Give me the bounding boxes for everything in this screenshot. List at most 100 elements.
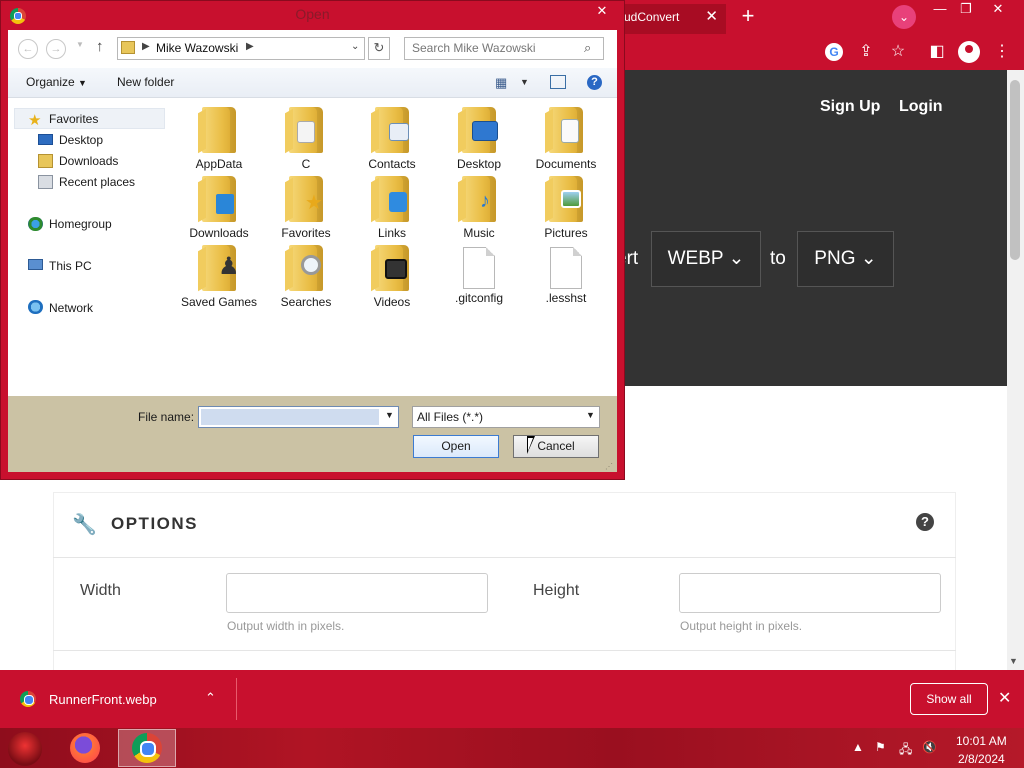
file-label: Pictures [544,226,588,240]
folder-desktop[interactable]: Desktop [439,107,519,172]
new-tab-button[interactable]: + [735,4,761,30]
from-format-select[interactable]: WEBP ⌄ [651,231,761,287]
folder-favorites[interactable]: ★ Favorites [266,176,346,241]
new-folder-button[interactable]: New folder [117,75,174,89]
change-view-icon[interactable]: ▦ [495,75,507,91]
width-input[interactable] [226,573,488,613]
signup-link[interactable]: Sign Up [820,98,880,116]
bookmark-star-icon[interactable]: ☆ [888,42,908,62]
to-format-select[interactable]: PNG ⌄ [797,231,894,287]
document-icon [550,247,582,289]
breadcrumb-chevron-icon[interactable]: ▶ [142,41,150,52]
folder-music[interactable]: ♪ Music [439,176,519,241]
refresh-icon[interactable]: ↻ [368,37,390,60]
height-label: Height [533,582,580,599]
download-item[interactable]: RunnerFront.webp [49,692,157,707]
side-panel-icon[interactable]: ◧ [927,42,947,62]
organize-button[interactable]: Organize ▼ [26,75,87,89]
restore-icon[interactable]: ❐ [952,0,980,18]
address-dropdown-icon[interactable]: ⌄ [351,41,359,52]
recent-locations-icon[interactable]: ▼ [76,40,84,49]
file-label: .gitconfig [454,291,504,305]
firefox-taskbar-icon[interactable] [70,733,100,763]
clock-date[interactable]: 2/8/2024 [958,752,1005,766]
profile-avatar-icon[interactable] [958,41,980,63]
folder-links[interactable]: Links [352,176,432,241]
nav-item-favorites[interactable]: Favorites [49,112,98,126]
file-label: Downloads [189,226,249,240]
scroll-down-icon[interactable]: ▼ [1009,656,1018,666]
file-gitconfig[interactable]: .gitconfig [439,245,519,306]
help-icon[interactable]: ? [587,75,602,90]
download-file-icon [20,691,36,707]
preview-pane-icon[interactable] [550,75,566,89]
file-type-select[interactable]: All Files (*.*) [412,406,600,428]
volume-muted-icon[interactable]: 🔇 [922,740,937,754]
tab-search-icon[interactable]: ⌄ [892,5,916,29]
folder-contacts[interactable]: Contacts [352,107,432,172]
folder-c[interactable]: C [266,107,346,172]
folder-searches[interactable]: Searches [266,245,346,310]
nav-item-network[interactable]: Network [49,301,93,315]
scrollbar-thumb[interactable] [1010,80,1020,260]
show-all-button[interactable]: Show all [910,683,988,715]
tab-cloudconvert[interactable]: udConvert ✕ [610,4,726,34]
file-label: Contacts [368,157,416,171]
up-arrow-icon[interactable]: ↑ [96,38,104,55]
chevron-up-icon[interactable]: ⌃ [205,690,216,706]
menu-kebab-icon[interactable]: ⋮ [992,42,1012,62]
network-tray-icon[interactable]: 🖧 [899,740,912,761]
flag-icon[interactable]: ⚑ [875,740,886,754]
help-icon[interactable]: ? [916,513,934,531]
width-hint: Output width in pixels. [227,619,345,633]
dialog-close-icon[interactable]: ✕ [588,2,616,20]
forward-arrow-icon[interactable]: → [46,39,66,59]
nav-item-desktop[interactable]: Desktop [59,133,103,147]
saved-games-folder-icon: ♟ [202,245,240,291]
share-icon[interactable]: ⇪ [856,42,876,62]
homegroup-icon [28,217,43,231]
divider [53,650,956,651]
tab-close-icon[interactable]: ✕ [705,4,718,30]
nav-item-homegroup[interactable]: Homegroup [49,217,112,231]
file-name-input[interactable] [198,406,399,428]
file-name-dropdown-icon[interactable]: ▼ [385,410,394,420]
file-label: Searches [280,295,332,309]
cancel-button[interactable]: Cancel [513,435,599,458]
window-close-icon[interactable]: ✕ [984,0,1012,18]
breadcrumb-user[interactable]: Mike Wazowski [156,41,238,55]
file-label: Links [377,226,406,240]
folder-icon [289,107,323,153]
google-lens-icon[interactable]: G [825,43,843,61]
file-lesshst[interactable]: .lesshst [526,245,606,306]
to-format-label: PNG [814,248,856,269]
tray-overflow-icon[interactable]: ▲ [852,740,864,754]
folder-pictures[interactable]: Pictures [526,176,606,241]
open-button[interactable]: Open [413,435,499,458]
height-hint: Output height in pixels. [680,619,803,633]
search-icon[interactable]: ⌕ [584,40,591,56]
search-input[interactable]: Search Mike Wazowski [404,37,604,60]
file-type-dropdown-icon[interactable]: ▼ [586,410,595,420]
views-dropdown-icon[interactable]: ▼ [520,77,529,87]
folder-documents[interactable]: Documents [526,107,606,172]
resize-grip-icon[interactable]: ⋰ [605,462,613,471]
nav-item-recent-places[interactable]: Recent places [59,175,135,189]
clock-time[interactable]: 10:01 AM [956,734,1007,748]
login-link[interactable]: Login [899,98,943,116]
folder-videos[interactable]: Videos [352,245,432,310]
height-input[interactable] [679,573,941,613]
nav-item-downloads[interactable]: Downloads [59,154,118,168]
download-bar-close-icon[interactable]: ✕ [998,688,1011,708]
start-button[interactable] [8,732,42,766]
folder-saved-games[interactable]: ♟ Saved Games [179,245,259,310]
minimize-icon[interactable]: — [926,0,954,18]
nav-item-this-pc[interactable]: This PC [49,259,92,273]
address-bar[interactable] [117,37,365,60]
folder-appdata[interactable]: AppData [179,107,259,172]
width-label: Width [80,582,121,599]
folder-downloads[interactable]: Downloads [179,176,259,241]
music-folder-icon: ♪ [462,176,496,222]
back-arrow-icon[interactable]: ← [18,39,38,59]
breadcrumb-chevron-icon[interactable]: ▶ [246,41,254,52]
